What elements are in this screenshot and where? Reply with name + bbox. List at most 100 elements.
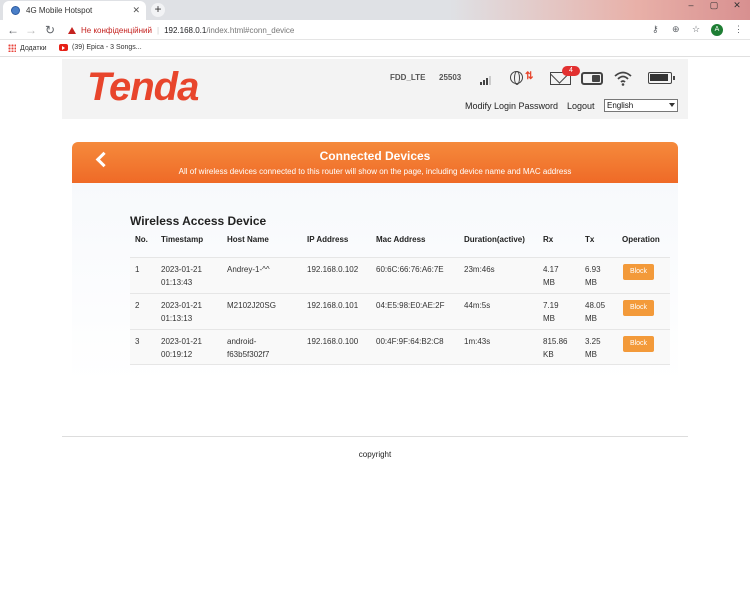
page-title: Connected Devices xyxy=(319,149,431,163)
globe-favicon-icon xyxy=(11,6,20,15)
block-button[interactable]: Block xyxy=(623,336,654,352)
url-separator: | xyxy=(156,25,160,35)
column-header: Tx xyxy=(585,235,595,244)
cell-host-name: M2102J20SG xyxy=(227,301,276,310)
cell-ip: 192.168.0.101 xyxy=(307,301,359,310)
zoom-icon[interactable]: ⊕ xyxy=(672,23,680,35)
cell-duration: 23m:46s xyxy=(464,265,495,274)
column-header: Rx xyxy=(543,235,554,244)
youtube-icon xyxy=(59,44,68,51)
network-type: FDD_LTE xyxy=(390,73,426,82)
cell-timestamp-date: 2023-01-21 xyxy=(161,337,202,346)
cell-mac: 00:4F:9F:64:B2:C8 xyxy=(376,337,444,346)
cell-timestamp-time: 00:19:12 xyxy=(161,350,193,359)
cell-no: 3 xyxy=(135,337,140,346)
data-transfer-icon: ⇅ xyxy=(525,71,534,82)
cell-tx-unit: MB xyxy=(585,278,597,287)
url-path: /index.html#conn_device xyxy=(206,25,295,35)
section-title: Wireless Access Device xyxy=(130,214,267,228)
battery-icon xyxy=(648,72,675,84)
cell-rx-unit: KB xyxy=(543,350,554,359)
cell-mac: 04:E5:98:E0:AE:2F xyxy=(376,301,445,310)
cell-tx-value: 6.93 xyxy=(585,265,601,274)
language-selected: English xyxy=(607,101,634,110)
block-button[interactable]: Block xyxy=(623,300,654,316)
cell-rx-value: 815.86 xyxy=(543,337,568,346)
table-row: 2 2023-01-21 01:13:13 M2102J20SG 192.168… xyxy=(130,293,670,329)
warning-icon xyxy=(68,26,76,34)
back-arrow-icon[interactable]: ← xyxy=(6,23,20,37)
page-banner: Connected Devices All of wireless device… xyxy=(72,142,678,183)
menu-dots-icon[interactable]: ⋮ xyxy=(734,23,743,35)
cell-rx-value: 4.17 xyxy=(543,265,559,274)
page-subtitle: All of wireless devices connected to thi… xyxy=(178,167,572,176)
url-host: 192.168.0.1 xyxy=(164,25,207,35)
language-select[interactable]: English xyxy=(604,99,678,112)
bookmark-youtube[interactable]: (39) Epica - 3 Songs... xyxy=(59,44,142,51)
cell-duration: 1m:43s xyxy=(464,337,491,346)
cell-no: 1 xyxy=(135,265,140,274)
cell-ip: 192.168.0.102 xyxy=(307,265,359,274)
globe-icon[interactable] xyxy=(510,71,523,85)
wifi-icon[interactable] xyxy=(614,70,632,86)
cell-tx-value: 48.05 xyxy=(585,301,606,310)
cell-timestamp-time: 01:13:13 xyxy=(161,314,193,323)
profile-avatar[interactable]: A xyxy=(711,24,723,36)
copyright-text: copyright xyxy=(358,450,392,459)
column-header: IP Address xyxy=(307,235,349,244)
mail-count-badge: 4 xyxy=(562,66,580,76)
not-secure-label[interactable]: Не конфіденційний xyxy=(81,26,152,35)
cell-duration: 44m:5s xyxy=(464,301,491,310)
cell-tx-unit: MB xyxy=(585,350,597,359)
close-tab-icon[interactable]: ✕ xyxy=(132,5,140,16)
logout-link[interactable]: Logout xyxy=(567,101,595,111)
cell-ip: 192.168.0.100 xyxy=(307,337,359,346)
table-row: 1 2023-01-21 01:13:43 Andrey-1-^^ 192.16… xyxy=(130,257,670,293)
key-icon[interactable]: ⚷ xyxy=(652,23,659,35)
column-header: Mac Address xyxy=(376,235,426,244)
column-header: Host Name xyxy=(227,235,269,244)
signal-icon xyxy=(480,75,492,85)
cell-tx-unit: MB xyxy=(585,314,597,323)
cell-mac: 60:6C:66:76:A6:7E xyxy=(376,265,444,274)
maximize-window-button[interactable]: ▢ xyxy=(706,0,722,12)
block-button[interactable]: Block xyxy=(623,264,654,280)
apps-icon xyxy=(8,44,16,52)
cell-host-name-cont: f63b5f302f7 xyxy=(227,350,270,359)
bookmarks-bar: Додатки (39) Epica - 3 Songs... xyxy=(0,40,750,57)
reload-icon[interactable]: ↻ xyxy=(43,23,57,37)
cell-rx-value: 7.19 xyxy=(543,301,559,310)
new-tab-button[interactable]: + xyxy=(151,3,165,17)
tab-title: 4G Mobile Hotspot xyxy=(26,6,93,15)
url-omnibox[interactable]: Не конфіденційний | 192.168.0.1/index.ht… xyxy=(62,22,697,38)
table-row: 3 2023-01-21 00:19:12 android- f63b5f302… xyxy=(130,329,670,365)
column-header: Operation xyxy=(622,235,660,244)
bookmark-apps[interactable]: Додатки xyxy=(8,44,47,52)
minimize-window-button[interactable]: – xyxy=(683,0,699,12)
cell-timestamp-date: 2023-01-21 xyxy=(161,265,202,274)
bookmark-label: Додатки xyxy=(20,44,47,52)
router-header: Tenda FDD_LTE 25503 ⇅ 4 Modify Login Pas… xyxy=(62,59,688,119)
cell-host-name: android- xyxy=(227,337,257,346)
cell-host-name: Andrey-1-^^ xyxy=(227,265,270,274)
modify-password-link[interactable]: Modify Login Password xyxy=(465,101,558,111)
browser-tabbar: 4G Mobile Hotspot ✕ + – ▢ ✕ xyxy=(0,0,750,20)
network-code: 25503 xyxy=(439,73,462,82)
browser-tab[interactable]: 4G Mobile Hotspot ✕ xyxy=(3,1,146,20)
close-window-button[interactable]: ✕ xyxy=(729,0,745,12)
cell-timestamp-date: 2023-01-21 xyxy=(161,301,202,310)
cell-rx-unit: MB xyxy=(543,278,555,287)
footer-divider xyxy=(62,436,688,437)
column-header: Timestamp xyxy=(161,235,204,244)
star-icon[interactable]: ☆ xyxy=(692,23,700,35)
cell-rx-unit: MB xyxy=(543,314,555,323)
sim-icon xyxy=(581,72,603,85)
cell-no: 2 xyxy=(135,301,140,310)
address-bar: ← → ↻ Не конфіденційний | 192.168.0.1/in… xyxy=(0,20,750,40)
column-header: No. xyxy=(135,235,148,244)
bookmark-label: (39) Epica - 3 Songs... xyxy=(72,44,142,51)
cell-tx-value: 3.25 xyxy=(585,337,601,346)
forward-arrow-icon[interactable]: → xyxy=(24,23,38,37)
devices-panel: Wireless Access Device No. Timestamp Hos… xyxy=(72,183,678,383)
column-header: Duration(active) xyxy=(464,235,525,244)
